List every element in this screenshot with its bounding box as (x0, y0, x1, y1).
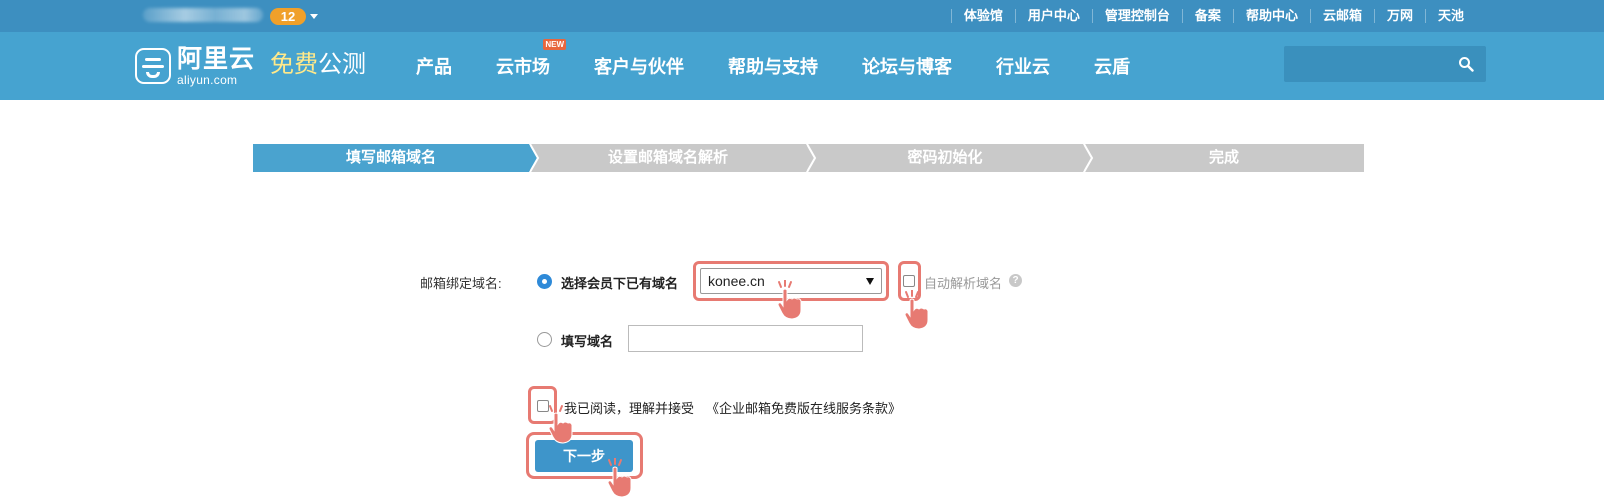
new-badge: NEW (543, 39, 566, 50)
top-link-tianchi[interactable]: 天池 (1424, 9, 1476, 23)
nav-item-marketplace[interactable]: 云市场 NEW (496, 39, 566, 79)
step-1-label: 填写邮箱域名 (345, 149, 436, 166)
step-4-label: 完成 (1208, 149, 1239, 166)
top-link-help-center[interactable]: 帮助中心 (1232, 9, 1310, 23)
terms-link[interactable]: 《企业邮箱免费版在线服务条款》 (706, 398, 901, 417)
bind-domain-label: 邮箱绑定域名: (420, 276, 502, 291)
nav-item-cloud-shield[interactable]: 云盾 (1094, 53, 1130, 79)
chevron-down-icon (866, 278, 874, 285)
auto-resolve-label[interactable]: 自动解析域名 (924, 273, 1002, 292)
nav-item-forum-blog[interactable]: 论坛与博客 (862, 53, 952, 79)
logo-domain: aliyun.com (177, 72, 238, 87)
nav-item-marketplace-label: 云市场 (496, 57, 550, 77)
step-3-label: 密码初始化 (907, 149, 983, 166)
nav-item-help-support[interactable]: 帮助与支持 (728, 53, 818, 79)
pointer-hand-icon (904, 290, 929, 330)
top-link-experience[interactable]: 体验馆 (950, 9, 1015, 23)
search-icon[interactable] (1458, 56, 1474, 72)
pointer-hand-icon (777, 280, 802, 320)
top-link-console[interactable]: 管理控制台 (1091, 9, 1182, 23)
top-link-wanwang[interactable]: 万网 (1373, 9, 1425, 23)
nav-item-customers-partners[interactable]: 客户与伙伴 (594, 53, 684, 79)
main-navbar: 阿里云 aliyun.com 免费公测 产品 云市场 NEW 客户与伙伴 帮助与支… (0, 32, 1604, 100)
radio-fill-domain[interactable] (537, 332, 552, 347)
promo-free: 免费 (270, 51, 318, 78)
step-progress: 填写邮箱域名 设置邮箱域名解析 密码初始化 完成 (253, 144, 1364, 172)
top-link-cloud-mail[interactable]: 云邮箱 (1309, 9, 1374, 23)
help-icon[interactable]: ? (1009, 274, 1022, 287)
top-link-user-center[interactable]: 用户中心 (1014, 9, 1092, 23)
radio-existing-domain[interactable] (537, 274, 552, 289)
pointer-hand-icon (548, 404, 573, 444)
step-1-active: 填写邮箱域名 (253, 144, 537, 172)
step-3: 密码初始化 (807, 144, 1091, 172)
account-name-blurred[interactable] (143, 8, 263, 22)
radio-existing-domain-label[interactable]: 选择会员下已有域名 (561, 273, 678, 292)
agree-text: 我已阅读，理解并接受 (564, 401, 695, 416)
search-input[interactable] (1284, 46, 1454, 82)
chevron-down-icon[interactable] (310, 14, 318, 19)
top-link-icp[interactable]: 备案 (1181, 9, 1233, 23)
domain-select-value: konee.cn (708, 273, 765, 289)
auto-resolve-checkbox[interactable] (903, 275, 915, 287)
radio-fill-domain-label[interactable]: 填写域名 (561, 331, 613, 350)
nav-item-products[interactable]: 产品 (416, 53, 452, 79)
nav-item-industry-cloud[interactable]: 行业云 (996, 53, 1050, 79)
notification-badge[interactable]: 12 (270, 8, 306, 25)
domain-input[interactable] (628, 325, 863, 352)
search-box (1284, 46, 1486, 82)
logo-chinese: 阿里云 (177, 44, 256, 73)
promo-beta: 公测 (318, 51, 366, 78)
pointer-hand-icon (607, 458, 632, 498)
top-utility-bar: 12 体验馆 用户中心 管理控制台 备案 帮助中心 云邮箱 万网 天池 (0, 0, 1604, 32)
step-2-label: 设置邮箱域名解析 (607, 149, 728, 166)
step-4: 完成 (1084, 144, 1364, 172)
nav-links: 产品 云市场 NEW 客户与伙伴 帮助与支持 论坛与博客 行业云 云盾 (394, 32, 1152, 100)
aliyun-logo[interactable]: 阿里云 aliyun.com (135, 46, 255, 86)
free-beta-promo[interactable]: 免费公测 (270, 50, 366, 80)
top-links: 体验馆 用户中心 管理控制台 备案 帮助中心 云邮箱 万网 天池 (950, 0, 1476, 32)
step-2: 设置邮箱域名解析 (530, 144, 814, 172)
logo-text: 阿里云 aliyun.com (177, 44, 256, 87)
aliyun-logo-icon (135, 48, 171, 84)
